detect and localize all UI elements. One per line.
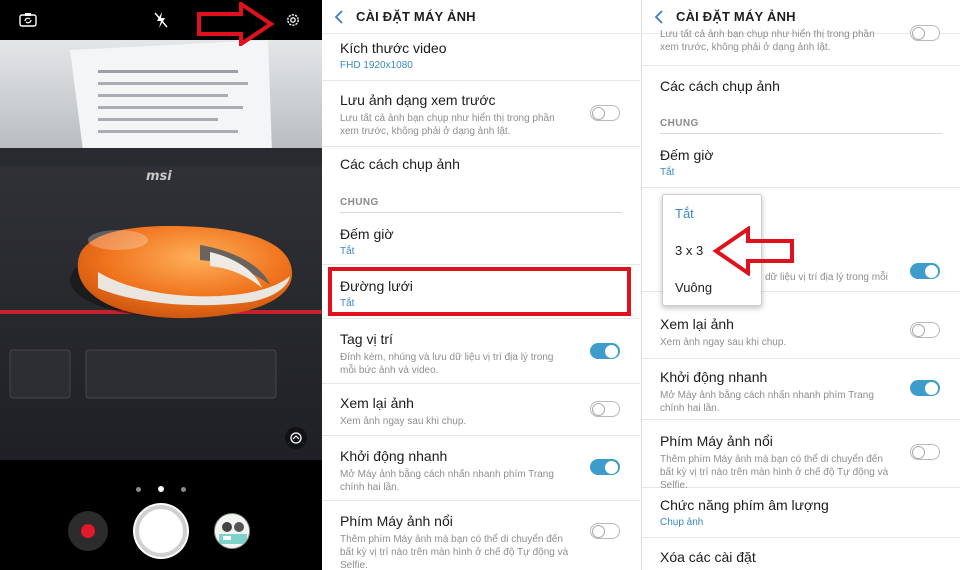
setting-value: Tắt [660,167,675,178]
setting-timer[interactable]: Đếm giờ Tắt [322,225,640,265]
gear-icon[interactable] [282,9,304,31]
annotation-highlight-grid-lines [328,267,631,316]
setting-label: Các cách chụp ảnh [340,156,460,172]
setting-label: Khởi động nhanh [340,448,448,464]
setting-review-pictures[interactable]: Xem lại ảnh Xem ảnh ngay sau khi chụp. [642,315,960,359]
setting-reset[interactable]: Xóa các cài đặt [642,548,960,570]
setting-shooting-methods[interactable]: Các cách chụp ảnh [322,155,640,185]
setting-label: Xóa các cài đặt [660,549,756,565]
setting-save-preview-partial[interactable]: Lưu tất cả ảnh bạn chụp như hiển thị tro… [642,20,960,66]
mode-dot[interactable] [136,487,141,492]
setting-label: Đếm giờ [660,147,714,163]
setting-label: Đếm giờ [340,226,394,242]
save-preview-toggle[interactable] [590,105,620,121]
setting-label: Kích thước video [340,40,447,56]
setting-floating-button[interactable]: Phím Máy ảnh nổi Thêm phím Máy ảnh mà bạ… [322,512,640,570]
mode-dot-active[interactable] [158,486,164,492]
setting-quick-launch[interactable]: Khởi động nhanh Mở Máy ảnh bằng cách nhấ… [322,447,640,501]
setting-description: Đính kèm, nhúng và lưu dữ liệu vị trí đị… [340,352,554,376]
setting-label: Lưu ảnh dạng xem trước [340,92,496,108]
setting-value: FHD 1920x1080 [340,60,413,71]
camera-panel: msi [0,0,322,570]
section-header-general: CHUNG [660,118,942,134]
setting-quick-launch[interactable]: Khởi động nhanh Mở Máy ảnh bằng cách nhấ… [642,368,960,420]
setting-value: Chụp ảnh [660,517,704,528]
record-video-button[interactable] [68,511,108,551]
setting-label: Xem lại ảnh [660,316,734,332]
review-pictures-toggle[interactable] [910,322,940,338]
svg-text:msi: msi [146,169,172,184]
shutter-button[interactable] [135,505,187,557]
setting-description: Xem ảnh ngay sau khi chụp. [660,337,787,348]
setting-label: Phím Máy ảnh nổi [340,513,453,529]
quick-launch-toggle[interactable] [590,459,620,475]
setting-label: Xem lại ảnh [340,395,414,411]
gallery-thumbnail[interactable] [214,513,250,549]
quick-launch-toggle[interactable] [910,380,940,396]
page-title: CÀI ĐẶT MÁY ẢNH [356,9,476,24]
location-tags-toggle[interactable] [910,263,940,279]
review-pictures-toggle[interactable] [590,401,620,417]
floating-button-toggle[interactable] [910,444,940,460]
setting-description: Xem ảnh ngay sau khi chụp. [340,416,467,427]
camera-switch-icon[interactable] [17,9,39,31]
setting-description: Mở Máy ảnh bằng cách nhấn nhanh phím Tra… [340,469,554,493]
setting-shooting-methods[interactable]: Các cách chụp ảnh [642,77,960,107]
flash-off-icon[interactable] [150,9,172,31]
setting-label: Khởi động nhanh [660,369,768,385]
setting-save-preview[interactable]: Lưu ảnh dạng xem trước Lưu tất cả ảnh bạ… [322,91,640,147]
setting-description: Thêm phím Máy ảnh mà bạn có thể di chuyể… [660,454,889,491]
section-header-general: CHUNG [340,197,622,213]
setting-label: Tag vị trí [340,331,393,347]
setting-label: Chức năng phím âm lượng [660,497,829,513]
camera-viewfinder[interactable]: msi [0,40,322,460]
setting-description: Lưu tất cả ảnh bạn chụp như hiển thị tro… [340,113,555,137]
lens-mode-icon[interactable] [285,427,307,449]
annotation-arrow-3x3 [712,226,794,276]
setting-description: Mở Máy ảnh bằng cách nhấn nhanh phím Tra… [660,390,874,414]
setting-description: Lưu tất cả ảnh bạn chụp như hiển thị tro… [660,29,875,53]
floating-button-toggle[interactable] [590,523,620,539]
viewfinder-scene: msi [0,40,322,460]
back-arrow-icon[interactable] [322,9,356,24]
setting-video-size[interactable]: Kích thước video FHD 1920x1080 [322,39,640,81]
setting-floating-button[interactable]: Phím Máy ảnh nổi Thêm phím Máy ảnh mà bạ… [642,432,960,491]
mode-dot[interactable] [181,487,186,492]
setting-label: Các cách chụp ảnh [660,78,780,94]
setting-timer[interactable]: Đếm giờ Tắt [642,146,960,188]
location-tags-toggle[interactable] [590,343,620,359]
setting-review-pictures[interactable]: Xem lại ảnh Xem ảnh ngay sau khi chụp. [322,394,640,436]
annotation-arrow-gear [197,2,275,46]
setting-location-tags[interactable]: Tag vị trí Đính kèm, nhúng và lưu dữ liệ… [322,330,640,384]
save-preview-toggle[interactable] [910,25,940,41]
setting-volume-key[interactable]: Chức năng phím âm lượng Chụp ảnh [642,496,960,538]
settings-header: CÀI ĐẶT MÁY ẢNH [322,0,640,34]
setting-value: Tắt [340,246,355,257]
setting-description: Thêm phím Máy ảnh mà bạn có thể di chuyể… [340,534,569,570]
setting-label: Phím Máy ảnh nổi [660,433,773,449]
